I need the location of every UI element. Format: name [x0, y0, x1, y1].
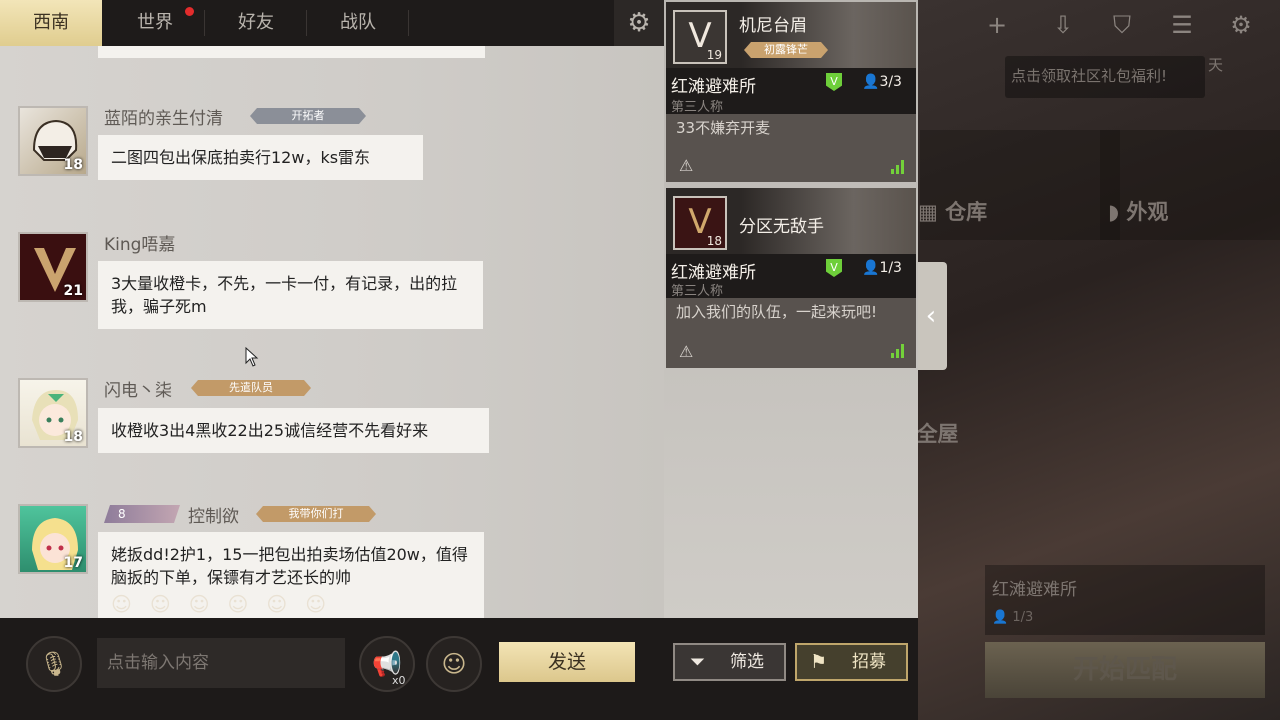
team-leader-name: 机尼台眉	[739, 16, 807, 36]
message-bubble: 3大量收橙卡，不先，一卡一付，有记录，出的拉我，骗子死m	[98, 261, 483, 329]
rank-level: 18	[706, 234, 722, 248]
team-card[interactable]: V 19 机尼台眉 初露锋芒 红滩避难所 V 👤3/3 第三人称 33不嫌弃开麦 …	[666, 2, 916, 182]
team-recruit-list: V 19 机尼台眉 初露锋芒 红滩避难所 V 👤3/3 第三人称 33不嫌弃开麦 …	[664, 0, 918, 618]
report-warning-icon[interactable]: ⚠	[679, 342, 693, 361]
banner-text: 点击领取社区礼包福利!	[1011, 67, 1168, 85]
list-icon[interactable]: ☰	[1167, 10, 1197, 40]
message-text: 姥扳dd!2护1，15一把包出拍卖场估值20w，值得脑扳的下单，保镖有才艺还长的…	[111, 545, 468, 587]
sticker-row-icon: ☺☺☺☺☺☺	[111, 592, 345, 616]
signal-strength-icon	[891, 160, 909, 174]
warehouse-label: ▦ 仓库	[918, 200, 988, 224]
rank-v-emblem-icon: V 19	[673, 10, 727, 64]
team-member-count-text: 3/3	[879, 74, 902, 90]
game-lobby-screen: + ⇩ ⛉ ☰ ⚙ 点击领取社区礼包福利! 天 ▦ 仓库 ◗ 外观 ▲ 安全屋 …	[0, 0, 1280, 720]
rank-v-emblem-icon: V 18	[673, 196, 727, 250]
team-leader-name: 分区无敌手	[739, 217, 824, 237]
avatar-level: 18	[63, 429, 83, 445]
signal-strength-icon	[891, 344, 909, 358]
appearance-text: 外观	[1126, 200, 1169, 224]
current-team-count-text: 1/3	[1012, 610, 1034, 625]
mouse-cursor-icon	[245, 347, 259, 367]
community-gift-banner[interactable]: 点击领取社区礼包福利!	[1005, 56, 1205, 98]
shield-icon[interactable]: ⛉	[1107, 10, 1137, 40]
title-badge: 我带你们打	[256, 506, 376, 522]
sender-name[interactable]: 蓝陌的亲生付清	[104, 104, 223, 129]
chat-panel: 18 蓝陌的亲生付清 开拓者 二图四包出保底拍卖行12w，ks雷东 21 Kin…	[0, 0, 664, 618]
collapse-panel-chevron-icon[interactable]: ‹	[915, 262, 947, 370]
avatar[interactable]: 18	[18, 106, 88, 176]
team-map-mode: 红滩避难所	[671, 77, 756, 97]
season-number: 8	[118, 507, 126, 521]
chat-input-field[interactable]: 点击输入内容	[97, 638, 345, 688]
team-card[interactable]: V 18 分区无敌手 红滩避难所 V 👤1/3 第三人称 加入我们的队伍，一起来玩…	[666, 188, 916, 368]
previous-message-bubble-edge	[98, 46, 485, 58]
filter-label: 筛选	[730, 652, 764, 672]
report-warning-icon[interactable]: ⚠	[679, 156, 693, 175]
team-member-count-text: 1/3	[879, 260, 902, 276]
start-match-button[interactable]: 开始匹配	[985, 642, 1265, 698]
message-bubble: 收橙收3出4黑收22出25诚信经营不先看好来	[98, 408, 489, 453]
sender-name[interactable]: 闪电丶柒	[104, 376, 172, 401]
chat-settings-gear-icon[interactable]: ⚙	[614, 0, 664, 46]
team-perspective: 第三人称	[671, 284, 724, 299]
team-member-count: 👤1/3	[862, 260, 902, 276]
send-button[interactable]: 发送	[499, 642, 635, 682]
avatar-level: 17	[63, 555, 83, 571]
tab-southwest[interactable]: 西南	[0, 0, 102, 46]
avatar[interactable]: 21	[18, 232, 88, 302]
chat-input-bar: 🎙 点击输入内容 📢 x0 ☺ 发送 ⏷ 筛选 ⚑ 招募	[0, 618, 918, 720]
title-badge: 开拓者	[250, 108, 366, 124]
microphone-icon[interactable]: 🎙	[26, 636, 82, 692]
emoji-icon[interactable]: ☺	[426, 636, 482, 692]
appearance-label: ◗ 外观	[1108, 200, 1169, 224]
message-bubble: 姥扳dd!2护1，15一把包出拍卖场估值20w，值得脑扳的下单，保镖有才艺还长的…	[98, 532, 484, 618]
verified-icon: V	[826, 73, 842, 91]
verified-icon: V	[826, 259, 842, 277]
team-perspective: 第三人称	[671, 100, 724, 115]
settings-gear-icon[interactable]: ⚙	[1226, 10, 1256, 40]
loudspeaker-count: x0	[392, 674, 406, 687]
download-icon[interactable]: ⇩	[1048, 10, 1078, 40]
flag-icon: ⚑	[810, 651, 828, 673]
recruit-button[interactable]: ⚑ 招募	[795, 643, 908, 681]
message-bubble: 二图四包出保底拍卖行12w，ks雷东	[98, 135, 423, 180]
sender-name[interactable]: King唔嘉	[104, 230, 175, 255]
title-badge: 先遣队员	[191, 380, 311, 396]
chat-channel-tabs: 西南 世界 好友 战队 ⚙	[0, 0, 664, 46]
avatar[interactable]: 17	[18, 504, 88, 574]
plus-icon[interactable]: +	[982, 10, 1012, 40]
tab-divider	[408, 10, 409, 36]
avatar-level: 21	[63, 283, 83, 299]
leader-title-badge: 初露锋芒	[744, 42, 828, 58]
current-team-mode: 红滩避难所	[992, 580, 1077, 600]
season-badge: 8 Summer	[104, 505, 180, 523]
tab-friends[interactable]: 好友	[205, 0, 307, 46]
rank-level: 19	[706, 48, 722, 62]
team-member-count: 👤3/3	[862, 74, 902, 90]
recruit-label: 招募	[852, 652, 886, 672]
team-description: 加入我们的队伍，一起来玩吧!	[666, 298, 916, 368]
funnel-icon: ⏷	[690, 651, 706, 673]
warehouse-text: 仓库	[945, 200, 988, 224]
current-team-panel[interactable]: 红滩避难所 👤 1/3	[985, 565, 1265, 635]
avatar-level: 18	[63, 157, 83, 173]
team-description: 33不嫌弃开麦	[666, 114, 916, 182]
filter-button[interactable]: ⏷ 筛选	[673, 643, 786, 681]
banner-tail-text: 天	[1208, 56, 1224, 74]
loudspeaker-icon[interactable]: 📢	[359, 636, 415, 692]
sender-name[interactable]: 控制欲	[188, 502, 239, 527]
avatar[interactable]: 18	[18, 378, 88, 448]
tab-squad[interactable]: 战队	[307, 0, 409, 46]
current-team-count: 👤 1/3	[992, 610, 1034, 625]
notification-dot	[185, 7, 194, 16]
